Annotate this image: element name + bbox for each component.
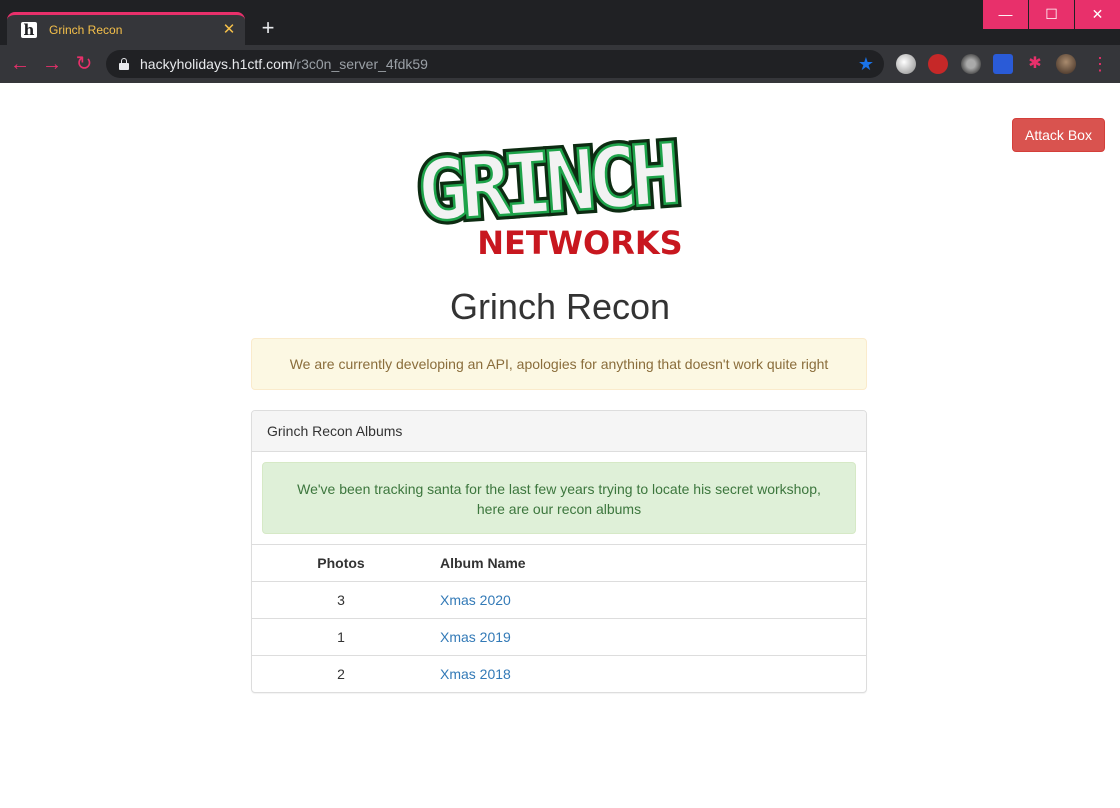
url-host: hackyholidays.h1ctf.com	[140, 56, 293, 72]
albums-panel: Grinch Recon Albums We've been tracking …	[251, 410, 867, 693]
album-link[interactable]: Xmas 2019	[440, 629, 511, 645]
tab-title: Grinch Recon	[49, 23, 123, 37]
album-cell: Xmas 2020	[430, 581, 866, 619]
window-maximize-button[interactable]: ☐	[1029, 0, 1074, 29]
album-name-column-header: Album Name	[430, 544, 866, 582]
extensions-puzzle-icon[interactable]: ✱	[1025, 54, 1045, 74]
extension-icon-3[interactable]	[961, 54, 981, 74]
reload-button[interactable]: ↻	[72, 52, 96, 76]
table-header-row: Photos Album Name	[252, 544, 866, 582]
panel-heading: Grinch Recon Albums	[252, 411, 866, 452]
album-cell: Xmas 2019	[430, 618, 866, 656]
table-row: 2 Xmas 2018	[252, 655, 866, 692]
page-title: Grinch Recon	[449, 286, 671, 327]
album-cell: Xmas 2018	[430, 655, 866, 692]
table-row: 3 Xmas 2020	[252, 581, 866, 619]
photo-count: 1	[252, 618, 430, 656]
photo-count: 3	[252, 581, 430, 619]
window-minimize-button[interactable]: —	[983, 0, 1028, 29]
logo-bottom-text: NETWORKS	[477, 224, 682, 262]
new-tab-button[interactable]: +	[256, 17, 280, 41]
bookmark-star-icon[interactable]: ★	[858, 54, 874, 75]
grinch-networks-logo: GRINCH GRINCH NETWORKS	[410, 121, 683, 262]
album-link[interactable]: Xmas 2020	[440, 592, 511, 608]
tab-favicon: h	[21, 22, 37, 38]
attack-box-button[interactable]: Attack Box	[1012, 118, 1105, 152]
api-warning-alert: We are currently developing an API, apol…	[251, 338, 867, 390]
browser-toolbar: ← → ↻ hackyholidays.h1ctf.com/r3c0n_serv…	[0, 45, 1120, 83]
tracking-info-alert: We've been tracking santa for the last f…	[262, 462, 856, 534]
table-row: 1 Xmas 2019	[252, 618, 866, 656]
browser-menu-icon[interactable]: ⋮	[1090, 54, 1110, 74]
extension-icon-1[interactable]	[896, 54, 916, 74]
albums-table: Photos Album Name 3 Xmas 2020 1 Xmas 201…	[252, 544, 866, 692]
profile-avatar[interactable]	[1056, 54, 1076, 74]
lock-icon	[119, 58, 129, 70]
url-path: /r3c0n_server_4fdk59	[292, 56, 428, 72]
browser-tab[interactable]: h Grinch Recon ✕	[7, 12, 245, 45]
url-text[interactable]: hackyholidays.h1ctf.com/r3c0n_server_4fd…	[140, 56, 858, 72]
address-bar[interactable]: hackyholidays.h1ctf.com/r3c0n_server_4fd…	[106, 50, 884, 78]
forward-button[interactable]: →	[40, 52, 64, 76]
browser-titlebar: h Grinch Recon ✕ + — ☐ ✕	[0, 0, 1120, 45]
photo-count: 2	[252, 655, 430, 692]
photos-column-header: Photos	[252, 544, 430, 582]
album-link[interactable]: Xmas 2018	[440, 666, 511, 682]
back-button[interactable]: ←	[8, 52, 32, 76]
extension-icon-2[interactable]	[928, 54, 948, 74]
extension-icon-4[interactable]	[993, 54, 1013, 74]
tab-close-icon[interactable]: ✕	[221, 22, 237, 38]
window-close-button[interactable]: ✕	[1075, 0, 1120, 29]
